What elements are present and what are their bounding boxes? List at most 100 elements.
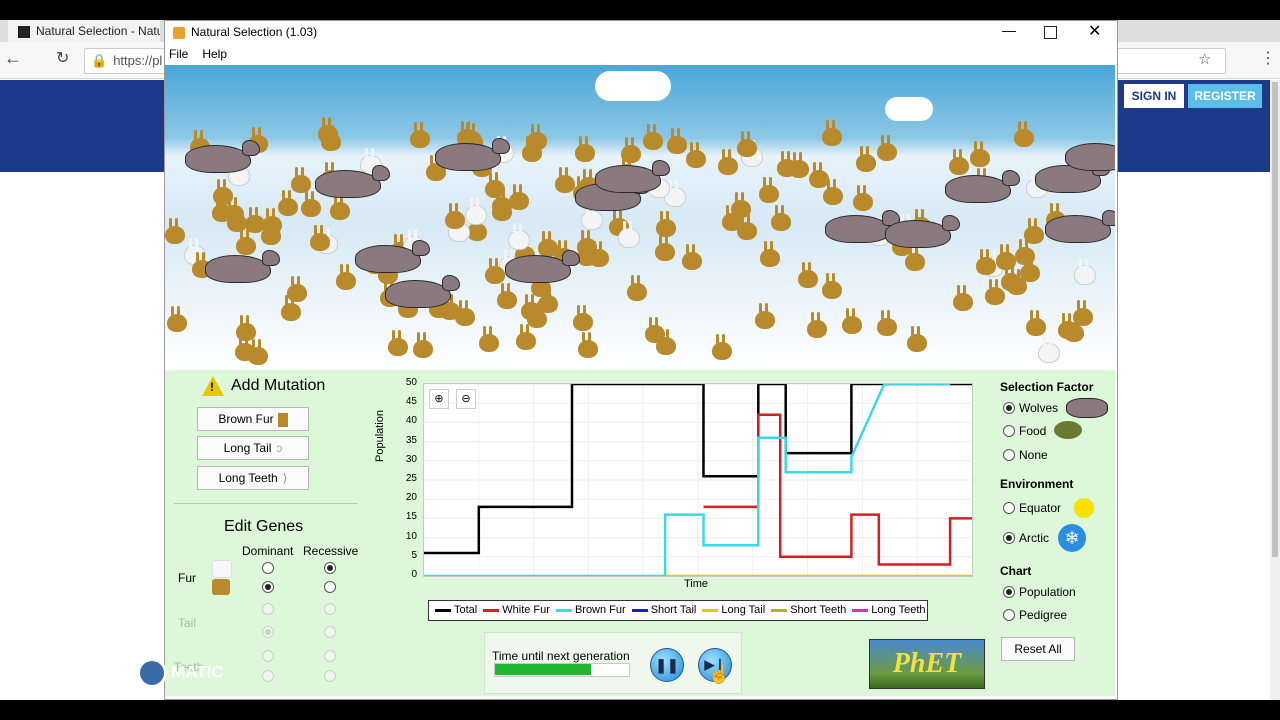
equator-label: Equator — [1019, 501, 1062, 515]
brown-bunny — [842, 308, 862, 334]
bookmark-star-icon[interactable]: ☆ — [1198, 50, 1211, 68]
legend-label: Short Tail — [650, 604, 697, 616]
tail-gene-label: Tail — [178, 616, 197, 630]
environment-title: Environment — [1000, 477, 1074, 491]
watermark-line2: SCREENCAST MATIC — [16, 658, 224, 688]
sign-in-button[interactable]: SIGN IN — [1124, 84, 1184, 108]
brown-fur-mutation-button[interactable]: Brown Fur — [197, 407, 309, 431]
y-tick-label: 10 — [405, 530, 417, 542]
warning-icon: ! — [202, 376, 224, 396]
wolf-8 — [505, 250, 580, 283]
food-plant-icon — [1054, 421, 1082, 439]
brown-bunny — [577, 240, 597, 266]
none-label: None — [1019, 448, 1048, 462]
brown-bunny — [479, 326, 499, 352]
lock-icon: 🔒 — [91, 53, 108, 68]
register-button[interactable]: REGISTER — [1188, 84, 1262, 108]
brown-bunny — [278, 190, 298, 216]
phet-favicon-icon — [18, 25, 30, 38]
fur-row1-dominant-radio[interactable] — [262, 562, 274, 574]
brown-bunny — [235, 335, 255, 361]
brown-bunny — [1026, 310, 1046, 336]
brown-bunny — [853, 185, 873, 211]
population-label: Population — [1019, 585, 1076, 599]
brown-bunny — [575, 136, 595, 162]
legend-total: Total — [435, 601, 477, 620]
legend-label: Long Tail — [721, 604, 766, 616]
browser-menu-icon[interactable]: ⋮ — [1260, 48, 1276, 68]
y-tick-label: 45 — [405, 396, 417, 408]
cloud-1 — [885, 97, 933, 121]
brown-bunny — [1058, 313, 1078, 339]
tail-row2-recessive-radio — [324, 626, 336, 638]
population-radio[interactable] — [1003, 586, 1015, 598]
brown-bunny — [1073, 300, 1093, 326]
app-title-bar[interactable]: Natural Selection (1.03) — [165, 21, 1115, 43]
brown-bunny — [165, 218, 185, 244]
brown-bunny — [996, 244, 1016, 270]
brown-bunny — [755, 303, 775, 329]
population-chart[interactable] — [423, 382, 973, 578]
wolf-11 — [945, 170, 1020, 203]
brown-bunny — [953, 285, 973, 311]
wolves-radio[interactable] — [1003, 402, 1015, 414]
brown-bunny — [807, 312, 827, 338]
y-tick-label: 0 — [411, 569, 417, 580]
pedigree-radio[interactable] — [1003, 609, 1015, 621]
brown-bunny — [330, 194, 350, 220]
pause-button[interactable]: ❚❚ — [650, 648, 684, 682]
fur-row1-recessive-radio[interactable] — [324, 562, 336, 574]
wolf-5 — [205, 250, 280, 283]
timer-label: Time until next generation — [492, 649, 630, 663]
back-arrow-icon[interactable]: ← — [4, 48, 22, 69]
brown-bunny — [578, 332, 598, 358]
long-teeth-mutation-button[interactable]: Long Teeth ⟩ — [197, 466, 309, 490]
equator-radio[interactable] — [1003, 502, 1015, 514]
food-radio[interactable] — [1003, 425, 1015, 437]
brown-bunny — [798, 262, 818, 288]
dominant-header: Dominant — [242, 544, 294, 558]
legend-brown-fur: Brown Fur — [555, 601, 626, 620]
brown-bunny — [627, 275, 647, 301]
white-bunny — [1074, 258, 1096, 285]
close-button[interactable]: ✕ — [1088, 21, 1101, 41]
brown-bunny — [509, 184, 529, 210]
brown-bunny — [287, 276, 307, 302]
brown-bunny — [521, 294, 541, 320]
population-chart-plot — [424, 382, 972, 578]
fur-row2-dominant-radio[interactable] — [262, 581, 274, 593]
reset-all-button[interactable]: Reset All — [1001, 637, 1075, 661]
long-tail-mutation-button[interactable]: Long Tail ↄ — [197, 436, 309, 460]
brown-bunny — [645, 317, 665, 343]
zoom-in-button[interactable]: ⊕ — [429, 389, 449, 409]
menu-help[interactable]: Help — [202, 47, 227, 61]
arctic-radio[interactable] — [1003, 532, 1015, 544]
app-title: Natural Selection (1.03) — [191, 25, 318, 39]
brown-bunny — [413, 332, 433, 358]
white-fur-icon — [212, 560, 232, 578]
brown-bunny — [261, 219, 281, 245]
legend-white-fur: White Fur — [483, 601, 550, 620]
brown-bunny — [823, 179, 843, 205]
menu-file[interactable]: File — [169, 47, 188, 61]
fur-row2-recessive-radio[interactable] — [324, 581, 336, 593]
chart-x-axis-label: Time — [684, 578, 709, 590]
page-scrollbar-thumb[interactable] — [1272, 82, 1278, 557]
maximize-button[interactable] — [1044, 26, 1057, 39]
arctic-label: Arctic — [1019, 531, 1049, 545]
simulation-scene[interactable] — [165, 65, 1115, 369]
browser-tab[interactable]: Natural Selection - Natu — [8, 20, 160, 42]
phet-logo[interactable]: PhET — [869, 639, 985, 689]
tail-row1-dominant-radio — [262, 603, 274, 615]
reload-icon[interactable]: ↻ — [56, 48, 69, 68]
zoom-out-button[interactable]: ⊖ — [456, 389, 476, 409]
brown-fur-label: Brown Fur — [218, 412, 274, 426]
screen-top-bar — [0, 0, 1280, 20]
y-tick-label: 5 — [411, 549, 417, 561]
y-tick-label: 15 — [405, 511, 417, 523]
legend-swatch — [483, 608, 500, 612]
address-bar-text: https://pl — [113, 53, 163, 68]
minimize-button[interactable]: — — [1002, 22, 1016, 38]
none-radio[interactable] — [1003, 449, 1015, 461]
food-label: Food — [1019, 424, 1047, 438]
